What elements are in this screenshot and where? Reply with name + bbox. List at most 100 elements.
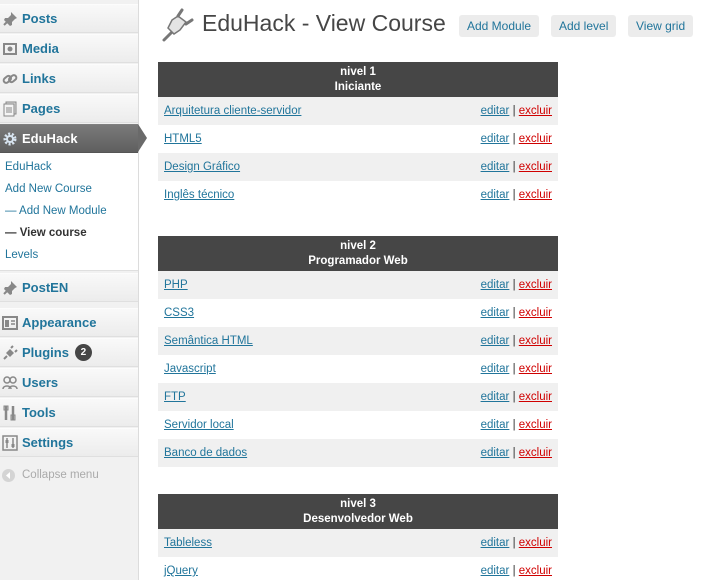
edit-link[interactable]: editar — [481, 161, 510, 173]
submenu-add-new-course[interactable]: Add New Course — [5, 183, 92, 195]
collapse-arrow-icon — [2, 468, 15, 482]
pin-icon — [1, 279, 19, 297]
edit-link[interactable]: editar — [481, 307, 510, 319]
delete-link[interactable]: excluir — [519, 391, 552, 403]
gear-icon — [1, 130, 19, 148]
menu-eduhack[interactable]: EduHack — [0, 124, 138, 153]
delete-link[interactable]: excluir — [519, 279, 552, 291]
course-link[interactable]: Inglês técnico — [164, 189, 234, 201]
action-separator: | — [512, 447, 516, 459]
course-link[interactable]: Semântica HTML — [164, 335, 253, 347]
course-link[interactable]: FTP — [164, 391, 186, 403]
course-link[interactable]: HTML5 — [164, 133, 202, 145]
menu-plugins[interactable]: Plugins 2 — [0, 338, 138, 367]
menu-tools[interactable]: Tools — [0, 398, 138, 427]
menu-settings[interactable]: Settings — [0, 428, 138, 457]
plugins-update-badge: 2 — [74, 344, 92, 361]
edit-link[interactable]: editar — [481, 279, 510, 291]
course-link[interactable]: CSS3 — [164, 307, 194, 319]
add-module-button[interactable]: Add Module — [459, 15, 540, 37]
delete-link[interactable]: excluir — [519, 565, 552, 577]
course-link[interactable]: Javascript — [164, 363, 216, 375]
menu-links[interactable]: Links — [0, 64, 138, 93]
view-grid-button[interactable]: View grid — [628, 15, 694, 37]
menu-appearance-label: Appearance — [22, 315, 97, 330]
course-row: Semântica HTML editar | excluir — [158, 327, 558, 355]
edit-link[interactable]: editar — [481, 105, 510, 117]
menu-eduhack-label: EduHack — [22, 131, 78, 146]
page-title: EduHack - View Course — [202, 10, 446, 36]
edit-link[interactable]: editar — [481, 447, 510, 459]
course-link[interactable]: Design Gráfico — [164, 161, 240, 173]
delete-link[interactable]: excluir — [519, 133, 552, 145]
delete-link[interactable]: excluir — [519, 307, 552, 319]
row-actions: editar | excluir — [481, 279, 552, 291]
course-link[interactable]: Servidor local — [164, 419, 234, 431]
delete-link[interactable]: excluir — [519, 161, 552, 173]
delete-link[interactable]: excluir — [519, 363, 552, 375]
appearance-icon — [1, 314, 19, 332]
collapse-menu-button[interactable]: Collapse menu — [0, 464, 138, 486]
action-separator: | — [512, 133, 516, 145]
collapse-menu-label: Collapse menu — [22, 469, 99, 481]
delete-link[interactable]: excluir — [519, 335, 552, 347]
delete-link[interactable]: excluir — [519, 537, 552, 549]
course-row: Banco de dados editar | excluir — [158, 439, 558, 467]
submenu-view-course[interactable]: — View course — [5, 227, 87, 239]
menu-appearance[interactable]: Appearance — [0, 308, 138, 337]
action-separator: | — [512, 307, 516, 319]
delete-link[interactable]: excluir — [519, 419, 552, 431]
row-actions: editar | excluir — [481, 307, 552, 319]
row-actions: editar | excluir — [481, 537, 552, 549]
action-separator: | — [512, 391, 516, 403]
action-separator: | — [512, 565, 516, 577]
edit-link[interactable]: editar — [481, 335, 510, 347]
course-link[interactable]: jQuery — [164, 565, 198, 577]
edit-link[interactable]: editar — [481, 133, 510, 145]
delete-link[interactable]: excluir — [519, 447, 552, 459]
course-row: FTP editar | excluir — [158, 383, 558, 411]
action-separator: | — [512, 279, 516, 291]
edit-link[interactable]: editar — [481, 391, 510, 403]
row-actions: editar | excluir — [481, 105, 552, 117]
menu-posts[interactable]: Posts — [0, 4, 138, 33]
row-actions: editar | excluir — [481, 363, 552, 375]
pin-icon — [1, 10, 19, 28]
course-row: PHP editar | excluir — [158, 271, 558, 299]
menu-posts-label: Posts — [22, 11, 58, 26]
edit-link[interactable]: editar — [481, 565, 510, 577]
submenu-add-new-module[interactable]: — Add New Module — [5, 205, 107, 217]
edit-link[interactable]: editar — [481, 363, 510, 375]
menu-pages[interactable]: Pages — [0, 94, 138, 123]
course-list: Tableless editar | excluir jQuery editar… — [158, 529, 558, 585]
row-actions: editar | excluir — [481, 161, 552, 173]
edit-link[interactable]: editar — [481, 189, 510, 201]
menu-users[interactable]: Users — [0, 368, 138, 397]
eduhack-submenu: EduHack Add New Course — Add New Module … — [0, 153, 138, 271]
action-separator: | — [512, 419, 516, 431]
course-link[interactable]: Banco de dados — [164, 447, 247, 459]
menu-posten[interactable]: PostEN — [0, 273, 138, 302]
course-link[interactable]: Tableless — [164, 537, 212, 549]
course-link[interactable]: Arquitetura cliente-servidor — [164, 105, 301, 117]
delete-link[interactable]: excluir — [519, 105, 552, 117]
menu-settings-label: Settings — [22, 435, 74, 450]
action-separator: | — [512, 335, 516, 347]
submenu-levels[interactable]: Levels — [5, 249, 38, 261]
menu-pages-label: Pages — [22, 101, 61, 116]
add-level-button[interactable]: Add level — [551, 15, 617, 37]
edit-link[interactable]: editar — [481, 419, 510, 431]
menu-media[interactable]: Media — [0, 34, 138, 63]
course-link[interactable]: PHP — [164, 279, 188, 291]
submenu-eduhack[interactable]: EduHack — [5, 161, 52, 173]
course-row: Inglês técnico editar | excluir — [158, 181, 558, 209]
course-row: jQuery editar | excluir — [158, 557, 558, 585]
plugin-page-icon — [158, 8, 194, 44]
media-icon — [1, 40, 19, 58]
edit-link[interactable]: editar — [481, 537, 510, 549]
row-actions: editar | excluir — [481, 391, 552, 403]
level-number: nivel 3 — [340, 498, 376, 510]
delete-link[interactable]: excluir — [519, 189, 552, 201]
level-header: nivel 1 Iniciante — [158, 62, 558, 97]
pages-icon — [1, 100, 19, 118]
